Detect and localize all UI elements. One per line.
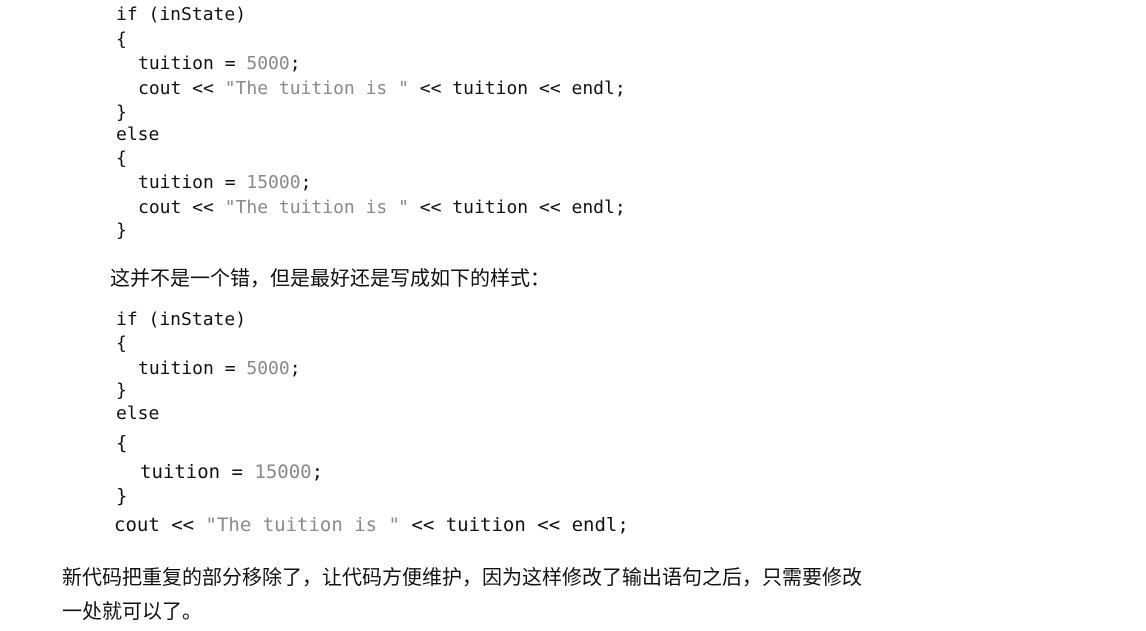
string-literal: "The tuition is " [205, 514, 400, 536]
code-line: } [116, 485, 128, 507]
code-line: { [116, 29, 127, 50]
code-line: } [116, 380, 127, 401]
code-line: tuition = 5000; [138, 53, 301, 75]
string-literal: "The tuition is " [224, 197, 409, 218]
paragraph: 这并不是一个错，但是最好还是写成如下的样式： [110, 266, 550, 290]
string-literal: "The tuition is " [224, 78, 409, 99]
code-line: else [116, 403, 160, 424]
code-line: { [116, 333, 127, 354]
code-line: if (inState) [116, 309, 247, 330]
code-line: cout << "The tuition is " << tuition << … [138, 197, 626, 219]
code-line: cout << "The tuition is " << tuition << … [114, 514, 629, 536]
paragraph: 新代码把重复的部分移除了，让代码方便维护，因为这样修改了输出语句之后，只需要修改 [62, 565, 862, 589]
code-token: tuition = [140, 461, 255, 483]
code-line: { [116, 148, 127, 169]
code-line: } [116, 220, 127, 241]
code-line: { [116, 432, 128, 454]
number-literal: 15000 [246, 172, 301, 193]
code-token: tuition = [138, 53, 247, 74]
code-token: << tuition << endl; [399, 514, 629, 536]
code-line: cout << "The tuition is " << tuition << … [138, 78, 626, 100]
code-line: tuition = 5000; [138, 358, 301, 380]
code-token: cout << [138, 78, 225, 99]
code-token: ; [289, 53, 301, 74]
paragraph: 一处就可以了。 [62, 599, 202, 623]
code-token: cout << [138, 197, 225, 218]
number-literal: 5000 [246, 53, 290, 74]
code-line: tuition = 15000; [140, 461, 323, 483]
code-line: else [116, 124, 160, 145]
code-token: ; [300, 172, 312, 193]
code-token: cout << [114, 514, 206, 536]
code-token: ; [311, 461, 324, 483]
number-literal: 15000 [254, 461, 312, 483]
code-token: << tuition << endl; [408, 197, 626, 218]
number-literal: 5000 [246, 358, 290, 379]
code-token: tuition = [138, 172, 247, 193]
code-token: << tuition << endl; [408, 78, 626, 99]
code-line: tuition = 15000; [138, 172, 311, 194]
code-token: tuition = [138, 358, 247, 379]
code-line: } [116, 102, 127, 123]
code-line: if (inState) [116, 4, 247, 25]
code-token: ; [289, 358, 301, 379]
